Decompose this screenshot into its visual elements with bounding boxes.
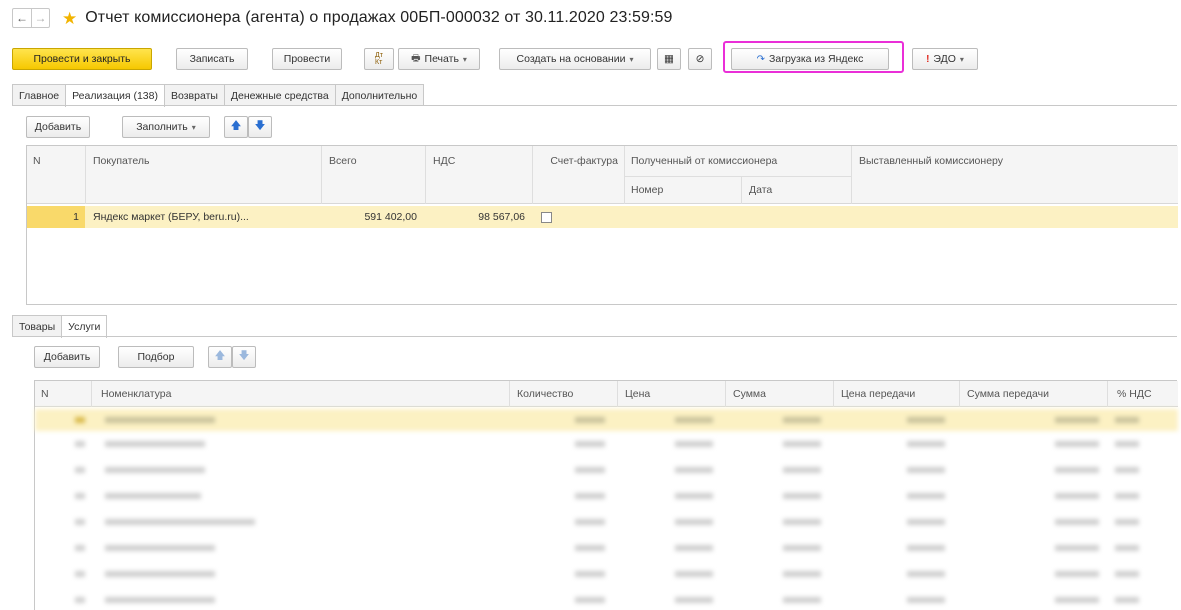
col-invoice[interactable]: Счет-фактура xyxy=(534,146,624,176)
chevron-down-icon: ▾ xyxy=(959,54,964,64)
create-based-on-button[interactable]: Создать на основании ▾ xyxy=(499,48,651,70)
move-down-icon[interactable]: 🡇 xyxy=(248,116,272,138)
chevron-down-icon: ▾ xyxy=(462,54,467,64)
favorite-star-icon[interactable]: ★ xyxy=(62,10,77,27)
row-number: 1 xyxy=(27,206,85,228)
table-row xyxy=(35,485,1178,507)
tab-divider xyxy=(12,105,1177,106)
header-divider xyxy=(91,381,92,407)
create-based-on-label: Создать на основании xyxy=(516,53,626,65)
paperclip-icon[interactable]: ⊘ xyxy=(688,48,712,70)
tab-divider xyxy=(12,336,1177,337)
move-down-icon[interactable]: 🡇 xyxy=(232,346,256,368)
tab-returns[interactable]: Возвраты xyxy=(164,84,225,106)
printer-icon: 🖶 xyxy=(411,52,421,64)
table-row xyxy=(35,459,1178,481)
goods-table-header: N Номенклатура Количество Цена Сумма Цен… xyxy=(35,381,1178,407)
add-button[interactable]: Добавить xyxy=(34,346,100,368)
col-number[interactable]: Номер xyxy=(625,176,741,204)
goods-table: N Номенклатура Количество Цена Сумма Цен… xyxy=(34,380,1178,610)
header-divider xyxy=(425,146,426,204)
header-divider xyxy=(1107,381,1108,407)
col-issued[interactable]: Выставленный комиссионеру xyxy=(853,146,1173,176)
print-label: Печать xyxy=(424,53,459,65)
col-n[interactable]: N xyxy=(35,381,85,407)
table-row xyxy=(35,433,1178,455)
chevron-down-icon: ▾ xyxy=(629,54,634,64)
goods-tabs: Товары Услуги xyxy=(12,315,108,338)
history-nav: ← → xyxy=(12,8,50,28)
col-n[interactable]: N xyxy=(27,146,79,176)
add-button[interactable]: Добавить xyxy=(26,116,90,138)
col-qty[interactable]: Количество xyxy=(511,381,611,407)
header-divider xyxy=(741,176,742,204)
header-divider xyxy=(851,146,852,204)
save-button[interactable]: Записать xyxy=(176,48,248,70)
highlight-frame xyxy=(723,41,904,73)
select-button[interactable]: Подбор xyxy=(118,346,194,368)
tab-goods[interactable]: Товары xyxy=(12,315,63,337)
table-row xyxy=(35,511,1178,533)
move-up-icon[interactable]: 🡅 xyxy=(208,346,232,368)
dt-kt-icon[interactable]: Дт Кт xyxy=(364,48,394,70)
header-divider xyxy=(833,381,834,407)
tab-sales[interactable]: Реализация (138) xyxy=(65,84,165,107)
tab-main[interactable]: Главное xyxy=(12,84,67,106)
header-divider xyxy=(959,381,960,407)
post-button[interactable]: Провести xyxy=(272,48,342,70)
header-divider xyxy=(321,146,322,204)
col-price[interactable]: Цена xyxy=(619,381,719,407)
table-row xyxy=(35,589,1178,610)
invoice-cell[interactable] xyxy=(535,206,575,228)
structure-icon[interactable]: ▦ xyxy=(657,48,681,70)
header-divider xyxy=(509,381,510,407)
command-bar: Провести и закрыть Записать Провести Дт К… xyxy=(12,44,1172,74)
header-divider xyxy=(532,146,533,204)
col-vat[interactable]: НДС xyxy=(427,146,527,176)
header-divider xyxy=(85,146,86,204)
col-date[interactable]: Дата xyxy=(743,176,851,204)
title-bar: ← → ★ Отчет комиссионера (агента) о прод… xyxy=(0,0,1181,36)
table-row xyxy=(35,537,1178,559)
exclamation-icon: ! xyxy=(926,53,930,65)
col-transfer-price[interactable]: Цена передачи xyxy=(835,381,955,407)
invoice-checkbox[interactable] xyxy=(541,211,552,223)
vat-cell[interactable]: 98 567,06 xyxy=(427,206,531,228)
col-sum[interactable]: Сумма xyxy=(727,381,827,407)
col-total[interactable]: Всего xyxy=(323,146,423,176)
sales-table-header: N Покупатель Всего НДС Счет-фактура Полу… xyxy=(27,146,1178,204)
chevron-down-icon: ▾ xyxy=(191,122,196,132)
col-transfer-sum[interactable]: Сумма передачи xyxy=(961,381,1101,407)
table-row xyxy=(35,563,1178,585)
main-tabs: Главное Реализация (138) Возвраты Денежн… xyxy=(12,84,425,107)
fill-button[interactable]: Заполнить ▾ xyxy=(122,116,210,138)
post-and-close-button[interactable]: Провести и закрыть xyxy=(12,48,152,70)
sales-table: N Покупатель Всего НДС Счет-фактура Полу… xyxy=(26,145,1178,305)
buyer-cell[interactable]: Яндекс маркет (БЕРУ, beru.ru)... xyxy=(87,206,321,228)
document-title: Отчет комиссионера (агента) о продажах 0… xyxy=(85,9,673,26)
tab-additional[interactable]: Дополнительно xyxy=(334,84,425,106)
col-buyer[interactable]: Покупатель xyxy=(87,146,317,176)
header-divider xyxy=(725,381,726,407)
header-divider xyxy=(617,381,618,407)
col-vat-rate[interactable]: % НДС xyxy=(1111,381,1177,407)
forward-arrow-icon[interactable]: → xyxy=(31,9,49,27)
table-row[interactable]: 1 Яндекс маркет (БЕРУ, beru.ru)... 591 4… xyxy=(27,206,1178,228)
edo-button[interactable]: ! ЭДО ▾ xyxy=(912,48,978,70)
move-up-icon[interactable]: 🡅 xyxy=(224,116,248,138)
tab-services[interactable]: Услуги xyxy=(61,315,108,338)
goods-rows-blurred xyxy=(35,409,1178,610)
header-divider xyxy=(625,176,851,177)
back-arrow-icon[interactable]: ← xyxy=(13,9,31,27)
edo-label: ЭДО xyxy=(933,53,956,65)
fill-label: Заполнить xyxy=(136,121,188,133)
tab-cash[interactable]: Денежные средства xyxy=(223,84,336,106)
header-divider xyxy=(624,146,625,204)
table-row xyxy=(35,409,1178,431)
print-button[interactable]: 🖶 Печать ▾ xyxy=(398,48,480,70)
total-cell[interactable]: 591 402,00 xyxy=(323,206,423,228)
col-received[interactable]: Полученный от комиссионера xyxy=(625,146,851,176)
col-item[interactable]: Номенклатура xyxy=(95,381,505,407)
